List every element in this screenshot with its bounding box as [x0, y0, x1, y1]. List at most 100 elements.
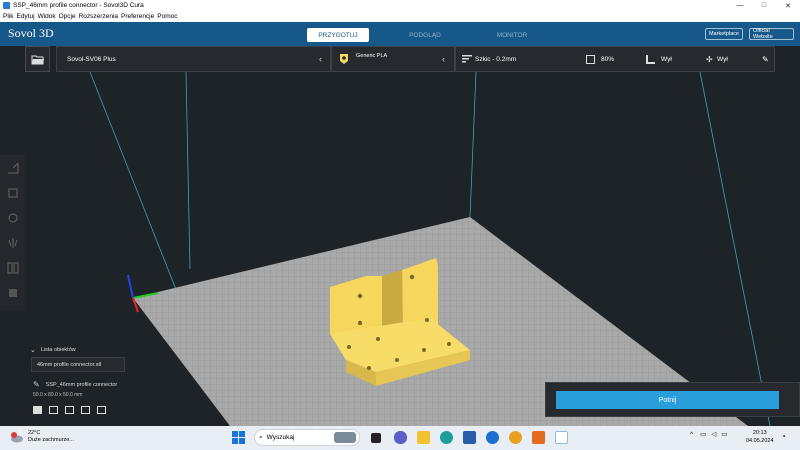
notification-icon[interactable]: ◔: [781, 432, 786, 441]
top-view-icon[interactable]: [65, 406, 74, 414]
edge-icon[interactable]: [440, 431, 453, 444]
search-icon: ⌕: [259, 433, 263, 441]
slice-button[interactable]: Potnij: [556, 391, 779, 409]
search-placeholder: Wyszukaj: [266, 434, 295, 441]
open-file-button[interactable]: [25, 46, 50, 72]
material-name: Generic PLA: [356, 53, 388, 59]
official-website-button[interactable]: Official Website: [749, 28, 794, 40]
windows-start-icon[interactable]: [232, 431, 245, 444]
weather-desc: Duże zachmurze...: [28, 437, 74, 443]
adhesion-icon: ✢: [706, 54, 713, 64]
3d-view-icon[interactable]: [33, 406, 42, 414]
file-explorer-icon[interactable]: [417, 431, 430, 444]
left-toolbar: [0, 155, 25, 310]
teams-icon[interactable]: [394, 431, 407, 444]
chevron-left-icon: ‹: [442, 54, 445, 64]
print-settings-panel[interactable]: Szkic - 0.2mm 80% Wył ✢ Wył ✎: [455, 46, 775, 72]
move-tool[interactable]: [0, 155, 25, 180]
slice-panel: Potnij: [545, 382, 800, 417]
object-list-label: Lista obiektów: [40, 347, 76, 353]
chevron-left-icon: ‹: [319, 54, 322, 64]
taskbar-clock[interactable]: 20:13 04.05.2024: [746, 429, 774, 445]
menu-file[interactable]: Plik: [3, 13, 13, 20]
tab-preview[interactable]: PODGLĄD: [394, 28, 456, 42]
folder-icon: [31, 55, 44, 64]
windows-taskbar: 1 22°C Duże zachmurze... ⌕ Wyszukaj ^ ▭ …: [0, 426, 800, 450]
clock-date: 04.05.2024: [746, 438, 774, 444]
tab-prepare[interactable]: PRZYGOTUJ: [307, 28, 369, 42]
menu-help[interactable]: Pomoc: [157, 13, 177, 20]
front-view-icon[interactable]: [49, 406, 58, 414]
menu-preferences[interactable]: Preferencje: [121, 13, 154, 20]
clock-time: 20:13: [752, 430, 767, 436]
menu-view[interactable]: Widok: [38, 13, 56, 20]
menu-bar: Plik Edytuj Widok Opcje Rozszerzenia Pre…: [0, 11, 800, 22]
object-list-entry[interactable]: 46mm profile connector.stl: [31, 357, 125, 372]
scale-tool[interactable]: [0, 180, 25, 205]
volume-edge-back-right: [469, 71, 477, 218]
object-list: ⌄ Lista obiektów 46mm profile connector.…: [30, 346, 125, 372]
selected-object-name: SSP_46mm profile connector: [45, 381, 118, 388]
system-tray: ^ ▭ ◁ ▭: [690, 430, 727, 439]
menu-options[interactable]: Opcje: [59, 13, 76, 20]
store-icon[interactable]: [463, 431, 476, 444]
weather-temp: 22°C: [28, 430, 41, 436]
printer-name: Sovol-SV06 Plus: [67, 55, 116, 63]
pencil-icon: ✎: [33, 380, 40, 389]
chevron-up-icon[interactable]: ^: [690, 431, 693, 438]
scale-icon: [8, 188, 17, 197]
infill-icon: [586, 54, 595, 64]
task-view-icon[interactable]: [371, 433, 381, 443]
cura-app-icon: [3, 2, 10, 9]
left-view-icon[interactable]: [81, 406, 90, 414]
weather-badge: 1: [19, 429, 22, 435]
material-badge-icon: [340, 54, 348, 64]
marketplace-button[interactable]: Marketplace: [705, 28, 743, 40]
right-view-icon[interactable]: [97, 406, 106, 414]
selected-object[interactable]: ✎ SSP_46mm profile connector: [33, 380, 117, 389]
app-header: Sovol 3D PRZYGOTUJ PODGLĄD MONITOR Marke…: [0, 22, 800, 46]
support-blocker-tool[interactable]: [0, 280, 25, 305]
weather-widget[interactable]: 1 22°C Duże zachmurze...: [10, 429, 74, 444]
support-icon: [646, 54, 655, 64]
support-blocker-icon: [8, 288, 17, 297]
close-button[interactable]: ✕: [776, 2, 800, 10]
profile-name: Szkic - 0.2mm: [475, 55, 517, 63]
window-title: SSP_46mm profile connector - Sovol3D Cur…: [13, 2, 144, 9]
rotate-tool[interactable]: [0, 205, 25, 230]
volume-edge-right: [699, 71, 771, 426]
maximize-button[interactable]: □: [752, 2, 776, 10]
mirror-tool[interactable]: [0, 230, 25, 255]
support-value: Wył: [661, 55, 672, 63]
search-highlight-icon: [334, 432, 356, 443]
pencil-icon[interactable]: ✎: [762, 55, 769, 64]
sovol-logo: Sovol 3D: [8, 26, 54, 40]
infill-value: 80%: [601, 55, 615, 63]
per-model-settings-tool[interactable]: [0, 255, 25, 280]
battery-icon[interactable]: ▭: [721, 430, 727, 438]
stage-tabs: PRZYGOTUJ PODGLĄD MONITOR: [307, 28, 568, 42]
menu-extensions[interactable]: Rozszerzenia: [79, 13, 118, 20]
printer-selector[interactable]: Sovol-SV06 Plus ‹: [56, 46, 331, 72]
material-selector[interactable]: Generic PLA ‹: [331, 46, 455, 72]
volume-edge-back-left: [185, 71, 191, 270]
minimize-button[interactable]: —: [728, 2, 752, 10]
cura-taskbar-icon[interactable]: [555, 431, 568, 444]
app-icon[interactable]: [532, 431, 545, 444]
mirror-icon: [8, 237, 17, 248]
adhesion-value: Wył: [717, 55, 728, 63]
chevron-down-icon: ⌄: [30, 347, 36, 354]
axis-z: [127, 274, 134, 299]
object-dimensions: 50.0 x 80.0 x 50.0 mm: [33, 392, 83, 398]
network-icon[interactable]: ▭: [700, 430, 706, 438]
window-titlebar: SSP_46mm profile connector - Sovol3D Cur…: [0, 0, 800, 11]
browser-icon[interactable]: [486, 431, 499, 444]
object-list-header[interactable]: ⌄ Lista obiektów: [30, 346, 76, 354]
per-model-settings-icon: [7, 262, 18, 273]
speaker-icon[interactable]: ◁: [711, 430, 716, 438]
taskbar-search[interactable]: ⌕ Wyszukaj: [254, 429, 360, 446]
tab-monitor[interactable]: MONITOR: [481, 28, 543, 42]
view-orientation-buttons: [33, 406, 113, 414]
menu-edit[interactable]: Edytuj: [16, 13, 34, 20]
chrome-icon[interactable]: [509, 431, 522, 444]
